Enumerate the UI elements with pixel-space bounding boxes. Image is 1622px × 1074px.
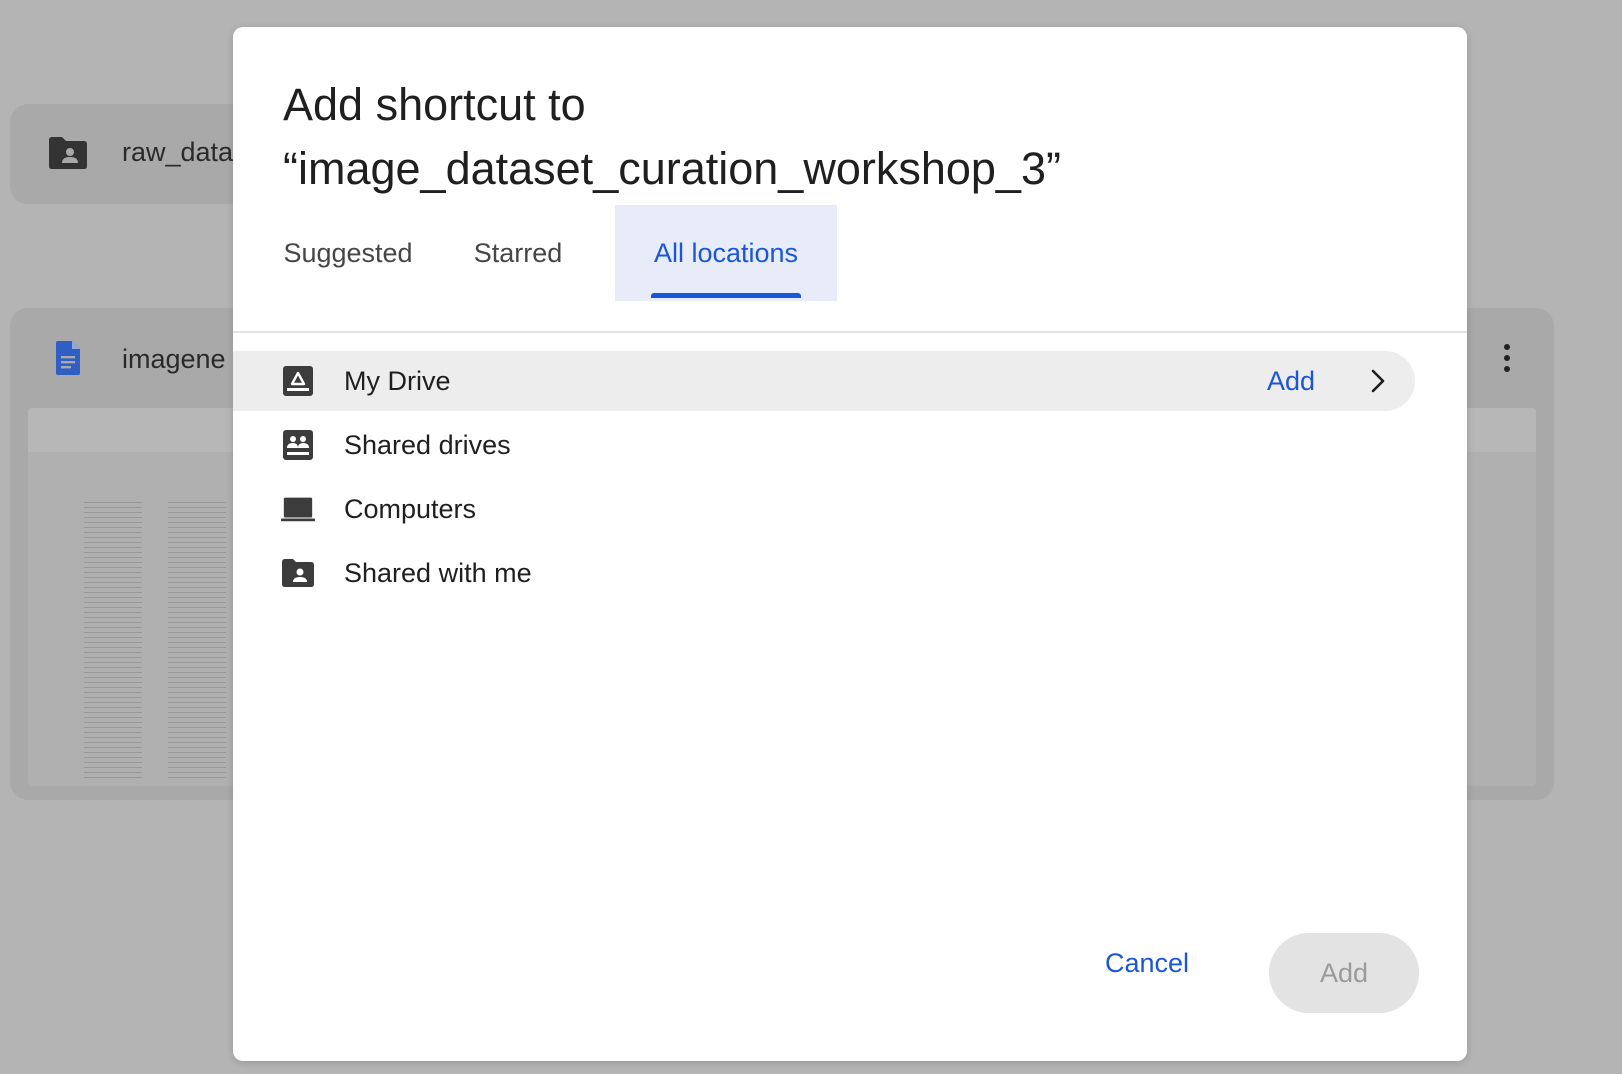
laptop-icon: [281, 492, 315, 526]
location-row-computers[interactable]: Computers: [233, 479, 1415, 539]
add-button[interactable]: Add: [1269, 933, 1419, 1013]
location-row-shared-drives[interactable]: Shared drives: [233, 415, 1415, 475]
tabs-divider: [233, 331, 1467, 333]
add-shortcut-dialog: Add shortcut to “image_dataset_curation_…: [233, 27, 1467, 1061]
drive-screen: raw_data imagene Add shortcut to “image_…: [0, 0, 1622, 1074]
tab-suggested[interactable]: Suggested: [263, 205, 433, 301]
shared-folder-icon: [281, 556, 315, 590]
background-doc-label: imagene: [122, 344, 226, 374]
location-label-shared-drives: Shared drives: [344, 429, 511, 460]
tab-all-locations[interactable]: All locations: [615, 205, 837, 301]
location-row-my-drive[interactable]: My Drive Add: [233, 351, 1415, 411]
background-folder-label: raw_data: [122, 137, 234, 167]
location-label-my-drive: My Drive: [344, 365, 451, 396]
dialog-title: Add shortcut to “image_dataset_curation_…: [283, 73, 1383, 201]
location-row-shared-with-me[interactable]: Shared with me: [233, 543, 1415, 603]
cancel-button[interactable]: Cancel: [1083, 933, 1211, 993]
chevron-right-icon[interactable]: [1363, 366, 1393, 396]
dialog-title-line1: Add shortcut to: [283, 79, 586, 130]
tab-starred[interactable]: Starred: [443, 205, 593, 301]
shared-folder-icon: [49, 137, 87, 169]
drive-icon: [281, 364, 315, 398]
active-tab-indicator: [651, 293, 801, 298]
shared-drives-icon: [281, 428, 315, 462]
google-doc-icon: [56, 341, 80, 375]
location-label-computers: Computers: [344, 493, 477, 524]
my-drive-add-link[interactable]: Add: [1267, 366, 1315, 397]
more-vert-icon: [1504, 344, 1510, 372]
dialog-title-line2: “image_dataset_curation_workshop_3”: [283, 143, 1061, 194]
location-label-shared-with-me: Shared with me: [344, 557, 532, 588]
